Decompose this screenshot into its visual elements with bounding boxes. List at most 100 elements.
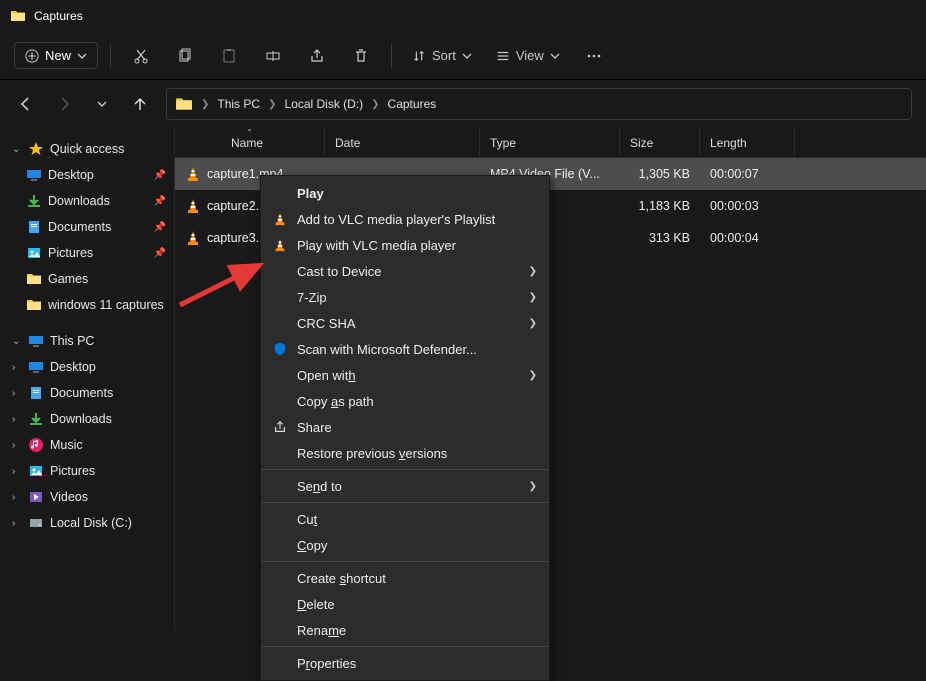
separator [261, 561, 549, 562]
breadcrumb[interactable]: ❯ This PC ❯ Local Disk (D:) ❯ Captures [166, 88, 912, 120]
up-button[interactable] [128, 92, 152, 116]
cm-properties[interactable]: Properties [261, 650, 549, 676]
chevron-down-icon [550, 51, 560, 61]
sidebar-item-desktop[interactable]: Desktop📌 [0, 162, 174, 188]
file-length-cell: 00:00:04 [700, 231, 795, 245]
column-type[interactable]: Type [480, 128, 620, 157]
sidebar-item-documents[interactable]: Documents📌 [0, 214, 174, 240]
cm-open-with[interactable]: Open with❯ [261, 362, 549, 388]
context-menu: Play Add to VLC media player's Playlist … [260, 175, 550, 681]
view-dropdown[interactable]: View [488, 43, 568, 68]
chevron-right-icon: ❯ [268, 99, 276, 110]
vlc-icon [185, 198, 201, 214]
cm-play-with-vlc[interactable]: Play with VLC media player [261, 232, 549, 258]
cm-delete[interactable]: Delete [261, 591, 549, 617]
chevron-down-icon: ⌄ [12, 144, 22, 155]
cm-send-to[interactable]: Send to❯ [261, 473, 549, 499]
disk-icon [28, 515, 44, 531]
crumb-folder[interactable]: Captures [384, 95, 441, 113]
chevron-down-icon: ⌄ [12, 336, 22, 347]
sidebar-item-windows-11-captures[interactable]: windows 11 captures [0, 292, 174, 318]
cut-button[interactable] [123, 38, 159, 74]
vlc-icon [185, 230, 201, 246]
sidebar-item-games[interactable]: Games [0, 266, 174, 292]
chevron-right-icon: ❯ [529, 481, 537, 492]
cm-add-to-playlist[interactable]: Add to VLC media player's Playlist [261, 206, 549, 232]
file-length-cell: 00:00:07 [700, 167, 795, 181]
file-size-cell: 1,305 KB [620, 167, 700, 181]
desktop-icon [28, 359, 44, 375]
sidebar-item-pictures[interactable]: Pictures📌 [0, 240, 174, 266]
paste-button[interactable] [211, 38, 247, 74]
share-button[interactable] [299, 38, 335, 74]
cm-copy-as-path[interactable]: Copy as path [261, 388, 549, 414]
cm-crc-sha[interactable]: CRC SHA❯ [261, 310, 549, 336]
cm-7zip[interactable]: 7-Zip❯ [261, 284, 549, 310]
cm-play[interactable]: Play [261, 180, 549, 206]
chevron-down-icon [462, 51, 472, 61]
file-size-cell: 1,183 KB [620, 199, 700, 213]
sidebar-item-this-pc[interactable]: ⌄ This PC [0, 328, 174, 354]
sort-icon [412, 49, 426, 63]
star-icon [28, 141, 44, 157]
plus-circle-icon [25, 49, 39, 63]
sidebar-item-videos[interactable]: › Videos [0, 484, 174, 510]
sort-label: Sort [432, 48, 456, 63]
sidebar-item-downloads[interactable]: ›Downloads [0, 406, 174, 432]
sidebar-item-downloads[interactable]: Downloads 📌 [0, 188, 174, 214]
cm-scan-defender[interactable]: Scan with Microsoft Defender... [261, 336, 549, 362]
delete-button[interactable] [343, 38, 379, 74]
share-icon [271, 418, 289, 436]
cm-create-shortcut[interactable]: Create shortcut [261, 565, 549, 591]
sidebar-item-label: Videos [50, 490, 166, 504]
window-title: Captures [34, 9, 83, 23]
cm-rename[interactable]: Rename [261, 617, 549, 643]
column-size[interactable]: Size [620, 128, 700, 157]
new-button[interactable]: New [14, 42, 98, 69]
sidebar-item-quick-access[interactable]: ⌄ Quick access [0, 136, 174, 162]
cm-restore-versions[interactable]: Restore previous versions [261, 440, 549, 466]
column-name[interactable]: Name ⌃ [175, 128, 325, 157]
chevron-right-icon: ❯ [201, 99, 209, 110]
cm-cast-to-device[interactable]: Cast to Device❯ [261, 258, 549, 284]
desktop-icon [26, 167, 42, 183]
chevron-right-icon: › [12, 388, 22, 399]
cm-copy[interactable]: Copy [261, 532, 549, 558]
sidebar-item-label: Desktop [50, 360, 166, 374]
cm-cut[interactable]: Cut [261, 506, 549, 532]
pin-icon: 📌 [154, 196, 166, 207]
crumb-this-pc[interactable]: This PC [213, 95, 264, 113]
separator [261, 469, 549, 470]
sidebar-item-music[interactable]: ›Music [0, 432, 174, 458]
sidebar-item-documents[interactable]: ›Documents [0, 380, 174, 406]
cm-share[interactable]: Share [261, 414, 549, 440]
sidebar-item-label: Downloads [50, 412, 166, 426]
recent-button[interactable] [90, 92, 114, 116]
title-bar: Captures [0, 0, 926, 32]
chevron-right-icon: › [12, 518, 22, 529]
chevron-right-icon: ❯ [529, 266, 537, 277]
sidebar-item-local-disk-c-[interactable]: ›Local Disk (C:) [0, 510, 174, 536]
vlc-icon [185, 166, 201, 182]
downloads-icon [26, 193, 42, 209]
file-size-cell: 313 KB [620, 231, 700, 245]
sidebar-item-pictures[interactable]: ›Pictures [0, 458, 174, 484]
sidebar-item-label: Games [48, 272, 166, 286]
sidebar-item-label: Pictures [48, 246, 148, 260]
pictures-icon [26, 245, 42, 261]
sort-dropdown[interactable]: Sort [404, 43, 480, 68]
more-button[interactable] [576, 38, 612, 74]
forward-button[interactable] [52, 92, 76, 116]
column-length[interactable]: Length [700, 128, 795, 157]
copy-button[interactable] [167, 38, 203, 74]
rename-button[interactable] [255, 38, 291, 74]
toolbar: New Sort View [0, 32, 926, 80]
sidebar-item-label: Downloads [48, 194, 148, 208]
chevron-right-icon: ❯ [371, 99, 379, 110]
column-date[interactable]: Date [325, 128, 480, 157]
back-button[interactable] [14, 92, 38, 116]
sidebar-item-desktop[interactable]: ›Desktop [0, 354, 174, 380]
crumb-disk[interactable]: Local Disk (D:) [280, 95, 367, 113]
documents-icon [26, 219, 42, 235]
chevron-right-icon: › [12, 492, 22, 503]
